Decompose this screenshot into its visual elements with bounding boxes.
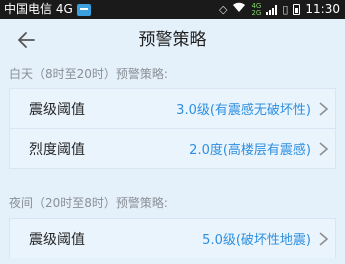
section-title-day: 白天（8时至20时）预警策略: bbox=[9, 67, 168, 81]
battery-icon bbox=[293, 4, 301, 15]
section-title-night: 夜间（20时至8时）预警策略: bbox=[9, 196, 168, 210]
vibrate-icon: ◇ bbox=[218, 3, 228, 16]
row-label: 震级阈值 bbox=[29, 231, 85, 248]
row-value: 3.0级(有震感无破坏性) bbox=[176, 103, 311, 118]
sim-icon: ▯ bbox=[282, 3, 289, 16]
row-value: 2.0度(高楼层有震感) bbox=[189, 143, 311, 158]
status-bar: 中国电信 4G ◇ 4G 2G ▯ 11:30 bbox=[0, 0, 345, 19]
carrier-label: 中国电信 4G bbox=[4, 2, 73, 16]
night-strategy-card: 震级阈值 5.0级(破坏性地震) bbox=[9, 218, 336, 258]
status-left: 中国电信 4G bbox=[4, 0, 91, 19]
notification-app-icon bbox=[76, 3, 91, 16]
day-intensity-threshold-row[interactable]: 烈度阈值 2.0度(高楼层有震感) bbox=[10, 128, 335, 168]
page-title: 预警策略 bbox=[138, 30, 207, 50]
nav-bar: 预警策略 bbox=[0, 19, 345, 62]
clock: 11:30 bbox=[305, 2, 340, 16]
day-magnitude-threshold-row[interactable]: 震级阈值 3.0级(有震感无破坏性) bbox=[10, 89, 335, 128]
row-value: 5.0级(破坏性地震) bbox=[202, 233, 311, 248]
day-strategy-card: 震级阈值 3.0级(有震感无破坏性) 烈度阈值 2.0度(高楼层有震感) bbox=[9, 88, 336, 169]
chevron-right-icon bbox=[319, 102, 329, 116]
signal-icon bbox=[266, 4, 278, 15]
row-label: 烈度阈值 bbox=[29, 141, 85, 158]
night-magnitude-threshold-row[interactable]: 震级阈值 5.0级(破坏性地震) bbox=[10, 219, 335, 258]
status-right: ◇ 4G 2G ▯ 11:30 bbox=[219, 0, 340, 19]
network-type-icon: 4G 2G bbox=[251, 1, 262, 17]
chevron-right-icon bbox=[319, 142, 329, 156]
row-label: 震级阈值 bbox=[29, 101, 85, 118]
chevron-right-icon bbox=[319, 232, 329, 246]
wifi-icon bbox=[232, 0, 246, 19]
